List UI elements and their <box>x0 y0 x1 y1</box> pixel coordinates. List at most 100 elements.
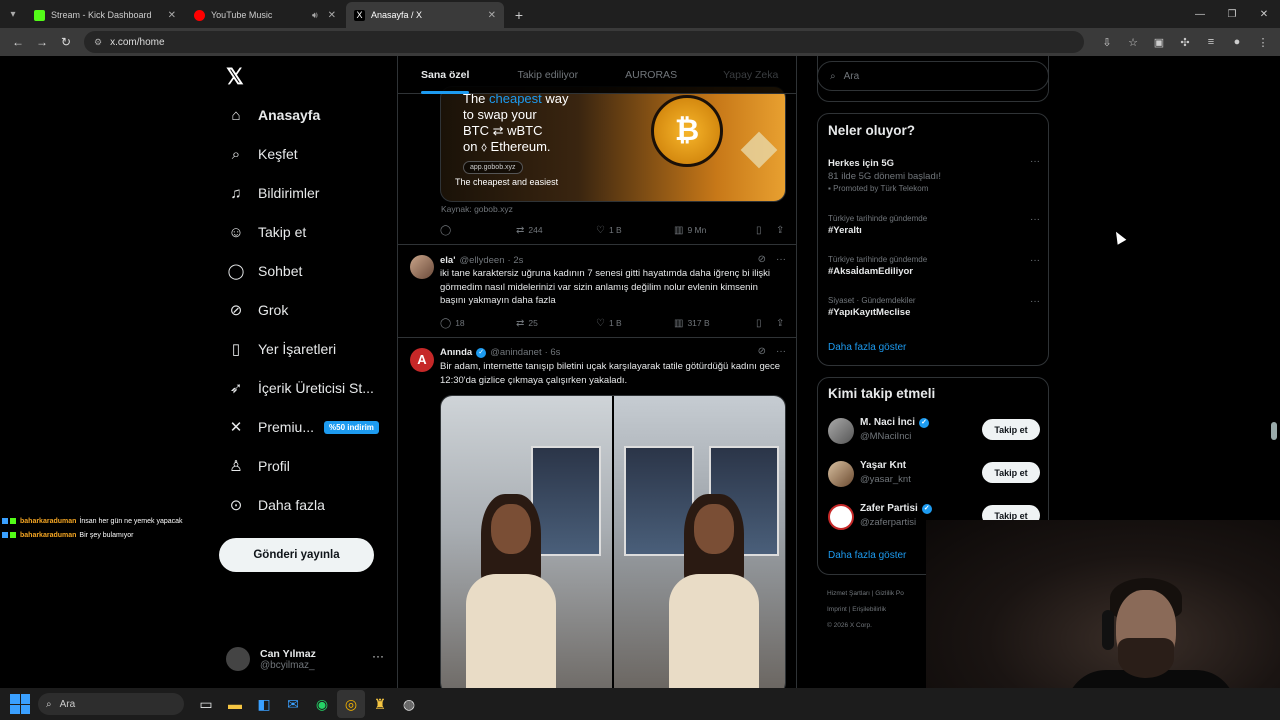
nav-explore[interactable]: ⌕ Keşfet <box>224 141 298 167</box>
suggestion-name[interactable]: Zafer Partisi <box>860 503 918 514</box>
install-app-icon[interactable]: ⇩ <box>1096 30 1118 54</box>
follow-suggestion[interactable]: Yaşar Knt @yasar_knt Takip et <box>828 459 1040 489</box>
ad-link-chip[interactable]: app.gobob.xyz <box>463 161 523 174</box>
author-handle[interactable]: @ellydeen <box>459 255 504 266</box>
media-image-right[interactable] <box>612 396 785 688</box>
more-dots-icon[interactable]: ··· <box>1030 296 1040 307</box>
nav-home[interactable]: ⌂ Anasayfa <box>224 102 320 128</box>
share-button[interactable]: ⇪ <box>776 316 786 330</box>
tab-youtube-music[interactable]: YouTube Music 🔊︎ ✕ <box>186 2 344 28</box>
repost-button[interactable]: ⇄ 244 <box>516 223 596 237</box>
tweet-media[interactable] <box>440 395 786 688</box>
follow-button[interactable]: Takip et <box>982 462 1040 483</box>
store-icon[interactable]: ◧ <box>250 690 278 718</box>
more-dots-icon[interactable]: ··· <box>1030 255 1040 266</box>
tab-x-home[interactable]: X Anasayfa / X ✕ <box>346 2 504 28</box>
more-dots-icon[interactable]: ··· <box>372 649 384 663</box>
avatar[interactable]: A <box>410 348 434 372</box>
new-tab-button[interactable]: + <box>506 2 532 28</box>
reply-button[interactable]: ◯ 18 <box>440 316 516 330</box>
minimize-icon[interactable]: — <box>1184 0 1216 28</box>
nav-more[interactable]: ⊙ Daha fazla <box>224 492 325 518</box>
ad-source[interactable]: Kaynak: gobob.xyz <box>441 204 513 214</box>
more-dots-icon[interactable]: ··· <box>776 346 786 357</box>
footer-link[interactable]: Gizlilik Po <box>875 590 904 597</box>
reply-button[interactable]: ◯ <box>440 223 516 237</box>
tab-kick[interactable]: Stream - Kick Dashboard ✕ <box>26 2 184 28</box>
more-dots-icon[interactable]: ··· <box>776 254 786 265</box>
tab-for-you[interactable]: Sana özel <box>421 56 470 94</box>
tab-search-button[interactable]: ▾ <box>0 0 26 28</box>
footer-link[interactable]: Erişilebilirlik <box>852 606 886 613</box>
follow-button[interactable]: Takip et <box>982 419 1040 440</box>
speaker-icon[interactable]: 🔊︎ <box>312 10 318 21</box>
grok-icon[interactable]: ⊘ <box>758 346 766 357</box>
obs-icon[interactable]: ◍ <box>395 690 423 718</box>
bookmark-button[interactable]: ▯ <box>756 223 776 237</box>
extension-icon[interactable]: ▣ <box>1148 30 1170 54</box>
tab-auroras[interactable]: AURORAS <box>625 56 677 94</box>
taskbar-search[interactable]: ⌕ Ara <box>38 693 184 715</box>
puzzle-icon[interactable]: ✣ <box>1174 30 1196 54</box>
tab-following[interactable]: Takip ediliyor <box>517 56 578 94</box>
post-button[interactable]: Gönderi yayınla <box>219 538 374 572</box>
mail-icon[interactable]: ✉ <box>279 690 307 718</box>
app-icon[interactable]: ♜ <box>366 690 394 718</box>
media-image-left[interactable] <box>441 396 612 688</box>
forward-icon[interactable]: → <box>30 30 54 54</box>
nav-chat[interactable]: ◯ Sohbet <box>224 258 303 284</box>
close-icon[interactable]: ✕ <box>488 10 496 21</box>
nav-follow[interactable]: ☺ Takip et <box>224 219 306 245</box>
start-button[interactable] <box>10 694 30 714</box>
more-dots-icon[interactable]: ··· <box>1030 214 1040 225</box>
repost-button[interactable]: ⇄ 25 <box>516 316 596 330</box>
bookmark-star-icon[interactable]: ☆ <box>1122 30 1144 54</box>
menu-dots-icon[interactable]: ⋮ <box>1252 30 1274 54</box>
site-info-icon[interactable]: ⚙ <box>94 37 102 48</box>
tweet-time[interactable]: · 2s <box>508 255 524 266</box>
avatar[interactable] <box>828 504 854 530</box>
tweet-time[interactable]: · 6s <box>545 347 561 358</box>
like-button[interactable]: ♡ 1 B <box>596 316 674 330</box>
avatar[interactable] <box>410 255 434 279</box>
author-name[interactable]: Anında <box>440 347 472 358</box>
footer-link[interactable]: Imprint <box>827 606 847 613</box>
nav-grok[interactable]: ⊘ Grok <box>224 297 289 323</box>
file-explorer-icon[interactable]: ▬ <box>221 690 249 718</box>
url-field[interactable]: ⚙ x.com/home <box>84 31 1084 53</box>
task-view-icon[interactable]: ▭ <box>192 690 220 718</box>
chrome-icon[interactable]: ◎ <box>337 690 365 718</box>
nav-premium[interactable]: ✕ Premiu... %50 indirim <box>224 414 379 440</box>
tab-ai[interactable]: Yapay Zeka <box>723 56 778 94</box>
whatsapp-icon[interactable]: ◉ <box>308 690 336 718</box>
profile-avatar-icon[interactable]: ● <box>1226 30 1248 54</box>
grok-icon[interactable]: ⊘ <box>758 254 766 265</box>
ad-media-card[interactable]: The cheapest way to swap your BTC ⇄ wBTC… <box>440 86 786 202</box>
more-dots-icon[interactable]: ··· <box>1030 156 1040 167</box>
footer-link[interactable]: Hizmet Şartları <box>827 590 870 597</box>
trend-item[interactable]: Herkes için 5G 81 ilde 5G dönemi başladı… <box>828 156 1040 193</box>
follow-suggestion[interactable]: M. Naci İnci ✓ @MNaciInci Takip et <box>828 416 1040 446</box>
nav-profile[interactable]: ♙ Profil <box>224 453 290 479</box>
account-switcher[interactable]: Can Yılmaz @bcyilmaz_ ··· <box>226 641 386 677</box>
avatar[interactable] <box>828 418 854 444</box>
suggestion-name[interactable]: Yaşar Knt <box>860 460 906 471</box>
media-control-icon[interactable]: ≡ <box>1200 30 1222 54</box>
show-more-trends-link[interactable]: Daha fazla göster <box>828 342 906 353</box>
close-window-icon[interactable]: ✕ <box>1248 0 1280 28</box>
close-icon[interactable]: ✕ <box>168 10 176 21</box>
suggestion-name[interactable]: M. Naci İnci <box>860 417 915 428</box>
nav-bookmarks[interactable]: ▯ Yer İşaretleri <box>224 336 336 362</box>
trend-item[interactable]: Siyaset · Gündemdekiler #YapıKayıtMeclis… <box>828 296 1040 318</box>
avatar[interactable] <box>828 461 854 487</box>
author-handle[interactable]: @anindanet <box>490 347 541 358</box>
close-icon[interactable]: ✕ <box>328 10 336 21</box>
bookmark-button[interactable]: ▯ <box>756 316 776 330</box>
author-name[interactable]: ela' <box>440 255 455 266</box>
show-more-follow-link[interactable]: Daha fazla göster <box>828 550 906 561</box>
nav-notifications[interactable]: ♫ Bildirimler <box>224 180 319 206</box>
share-button[interactable]: ⇪ <box>776 223 786 237</box>
scrollbar-thumb[interactable] <box>1271 422 1277 440</box>
x-logo-icon[interactable]: 𝕏 <box>226 64 244 90</box>
back-icon[interactable]: ← <box>6 30 30 54</box>
